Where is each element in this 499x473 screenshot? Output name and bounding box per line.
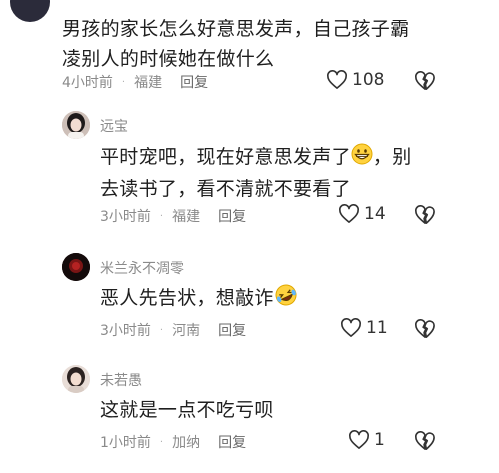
like-button[interactable]: 11 xyxy=(340,318,388,338)
grinning-face-icon xyxy=(351,143,373,174)
broken-heart-icon xyxy=(415,205,435,224)
reply-time: 3小时前 xyxy=(100,209,151,225)
comment-text-line: 男孩的家长怎么好意思发声，自己孩子霸 xyxy=(62,18,410,40)
heart-icon xyxy=(349,430,369,449)
dislike-button[interactable] xyxy=(414,319,436,343)
dislike-button[interactable] xyxy=(414,205,436,229)
reply-text-line: 去读书了，看不清就不要看了 xyxy=(100,178,351,200)
broken-heart-icon xyxy=(415,431,435,450)
separator-dot: · xyxy=(159,436,164,448)
avatar-girl-icon xyxy=(62,365,90,393)
heart-icon xyxy=(327,70,347,89)
reply-username[interactable]: 未若愚 xyxy=(100,370,142,390)
reply-username[interactable]: 远宝 xyxy=(100,116,128,136)
like-button[interactable]: 14 xyxy=(338,204,386,224)
heart-icon xyxy=(341,318,361,337)
avatar[interactable] xyxy=(62,365,90,393)
heart-icon xyxy=(339,204,359,223)
reply-meta: 3小时前 · 福建 回复 xyxy=(100,206,246,226)
reply-text: 这就是一点不吃亏呗 xyxy=(100,399,274,421)
avatar[interactable] xyxy=(62,253,90,281)
comment-location: 福建 xyxy=(134,75,163,91)
like-count: 108 xyxy=(352,70,385,90)
reply-button[interactable]: 回复 xyxy=(218,432,246,452)
separator-dot: · xyxy=(159,324,164,336)
reply-text-segment: ，别 xyxy=(372,146,412,168)
separator-dot: · xyxy=(159,210,164,222)
reply-meta: 1小时前 · 加纳 回复 xyxy=(100,432,246,452)
reply-location: 河南 xyxy=(172,323,201,339)
reply-text-segment: 恶人先告状，想敲诈 xyxy=(100,287,274,309)
comment-meta: 4小时前 · 福建 回复 xyxy=(62,72,208,92)
like-count: 14 xyxy=(364,204,386,224)
reply-text: 平时宠吧，现在好意思发声了 ，别 去读书了，看不清就不要看了 xyxy=(100,142,490,204)
avatar-dark-icon xyxy=(62,253,90,281)
rolling-laughing-face-icon xyxy=(274,284,298,315)
comment-text-line: 凌别人的时候她在做什么 xyxy=(62,48,275,70)
like-button[interactable]: 1 xyxy=(348,430,385,450)
like-button[interactable]: 108 xyxy=(326,70,384,90)
dislike-button[interactable] xyxy=(414,431,436,455)
avatar[interactable] xyxy=(10,0,50,22)
reply-text-segment: 平时宠吧，现在好意思发声了 xyxy=(100,146,351,168)
reply-username[interactable]: 米兰永不凋零 xyxy=(100,258,184,278)
like-count: 11 xyxy=(366,318,388,338)
reply-location: 加纳 xyxy=(172,435,201,451)
broken-heart-icon xyxy=(415,319,435,338)
reply-button[interactable]: 回复 xyxy=(180,72,208,92)
reply-button[interactable]: 回复 xyxy=(218,320,246,340)
dislike-button[interactable] xyxy=(414,71,436,95)
comment-time: 4小时前 xyxy=(62,75,113,91)
comment-text: 男孩的家长怎么好意思发声，自己孩子霸 凌别人的时候她在做什么 xyxy=(62,14,492,74)
reply-location: 福建 xyxy=(172,209,201,225)
reply-button[interactable]: 回复 xyxy=(218,206,246,226)
avatar[interactable] xyxy=(62,111,90,139)
reply-time: 3小时前 xyxy=(100,323,151,339)
like-count: 1 xyxy=(374,430,385,450)
separator-dot: · xyxy=(121,76,126,88)
avatar-girl-icon xyxy=(62,111,90,139)
reply-time: 1小时前 xyxy=(100,435,151,451)
reply-meta: 3小时前 · 河南 回复 xyxy=(100,320,246,340)
reply-text-line: 平时宠吧，现在好意思发声了 ，别 xyxy=(100,142,490,174)
broken-heart-icon xyxy=(415,71,435,90)
reply-text: 恶人先告状，想敲诈 xyxy=(100,283,490,315)
